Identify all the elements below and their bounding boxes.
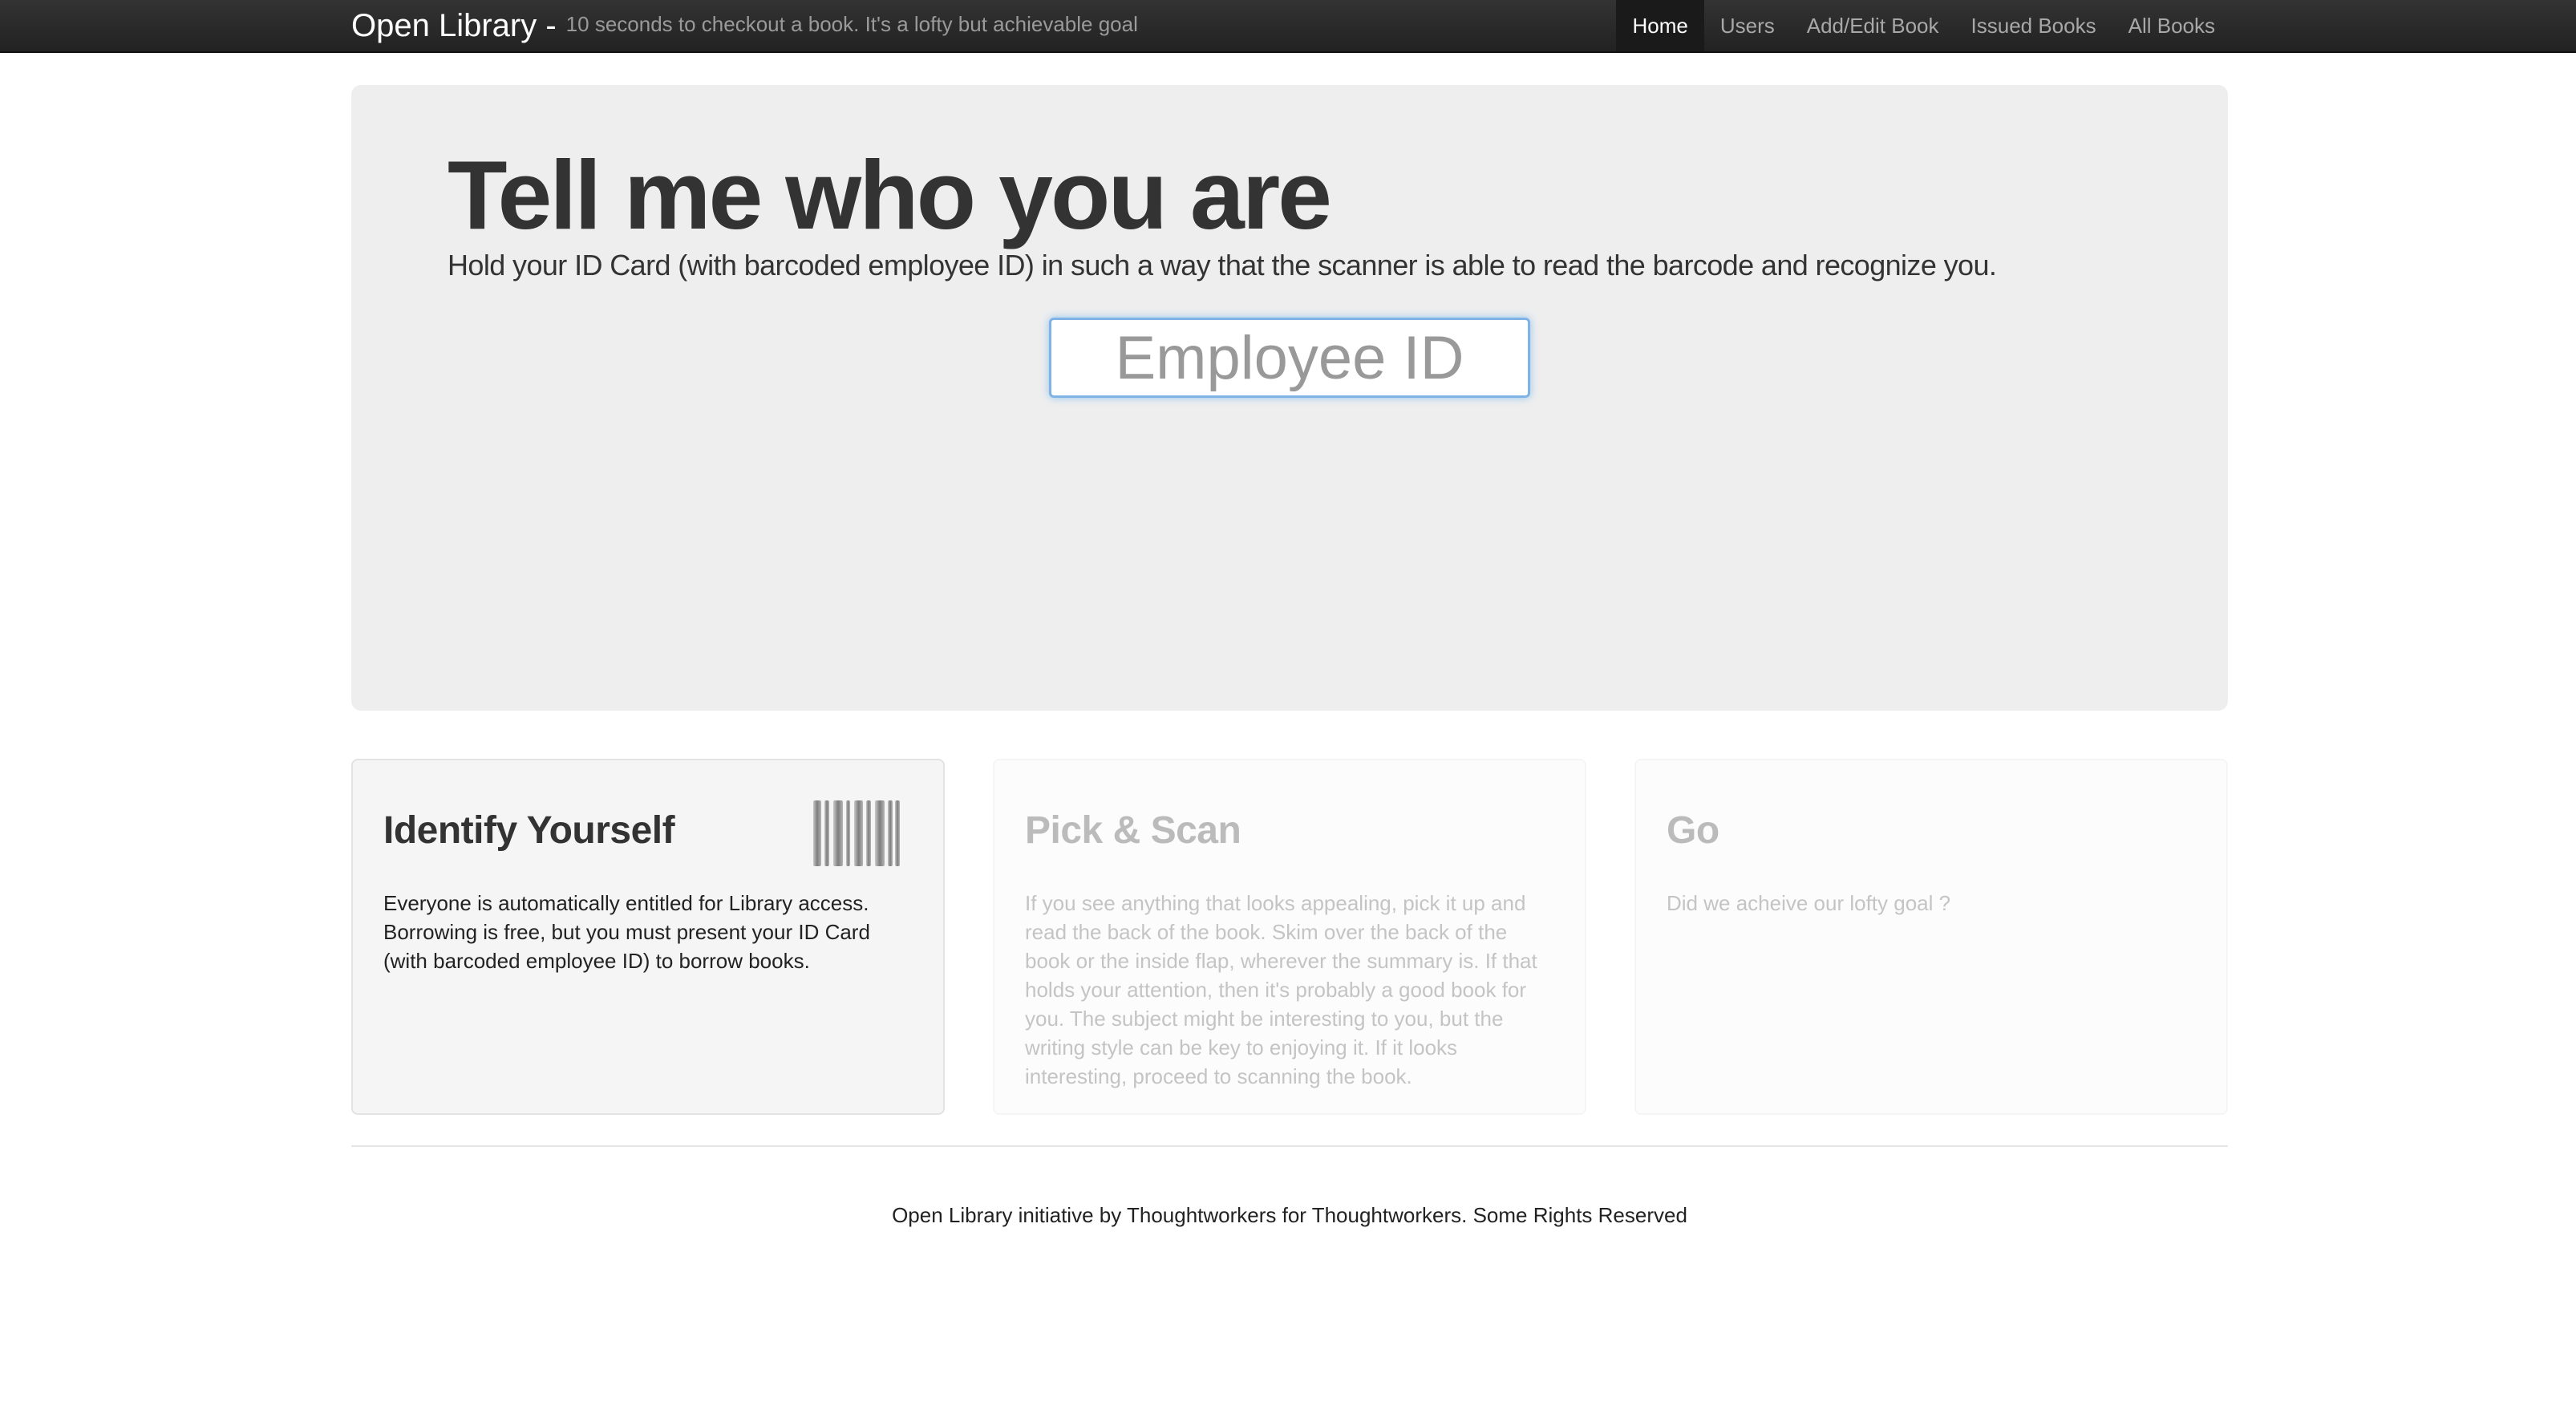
step-body: Did we acheive our lofty goal ?: [1667, 891, 1951, 915]
nav-item-issued-books[interactable]: Issued Books: [1955, 0, 2112, 51]
step-title: Pick & Scan: [1025, 809, 1241, 852]
step-card-pick-scan: Pick & Scan If you see anything that loo…: [993, 759, 1586, 1115]
brand-name: Open Library -: [351, 7, 557, 43]
hero-subtitle: Hold your ID Card (with barcoded employe…: [448, 249, 1997, 282]
hero-title: Tell me who you are: [448, 140, 1332, 249]
barcode-icon: [813, 800, 900, 866]
step-card-identify: Identify Yourself Everyone is automatica…: [351, 759, 945, 1115]
nav-item-home[interactable]: Home: [1616, 0, 1704, 51]
nav-item-users[interactable]: Users: [1704, 0, 1791, 51]
footer-text: Open Library initiative by Thoughtworker…: [892, 1203, 1687, 1227]
brand-tagline: 10 seconds to checkout a book. It's a lo…: [565, 11, 1138, 36]
nav-item-all-books[interactable]: All Books: [2112, 0, 2231, 51]
step-body: Everyone is automatically entitled for L…: [383, 891, 870, 973]
footer-divider: [351, 1145, 2228, 1147]
hero-panel: Tell me who you are Hold your ID Card (w…: [351, 85, 2228, 711]
brand[interactable]: Open Library - 10 seconds to checkout a …: [351, 0, 1138, 51]
employee-id-input[interactable]: [1049, 318, 1530, 398]
top-navbar: Open Library - 10 seconds to checkout a …: [0, 0, 2576, 53]
nav-item-add-edit-book[interactable]: Add/Edit Book: [1791, 0, 1955, 51]
step-card-go: Go Did we acheive our lofty goal ?: [1634, 759, 2228, 1115]
step-title: Identify Yourself: [383, 809, 675, 852]
step-title: Go: [1667, 809, 1719, 852]
nav-links: Home Users Add/Edit Book Issued Books Al…: [1616, 0, 2231, 51]
step-body: If you see anything that looks appealing…: [1025, 891, 1537, 1088]
